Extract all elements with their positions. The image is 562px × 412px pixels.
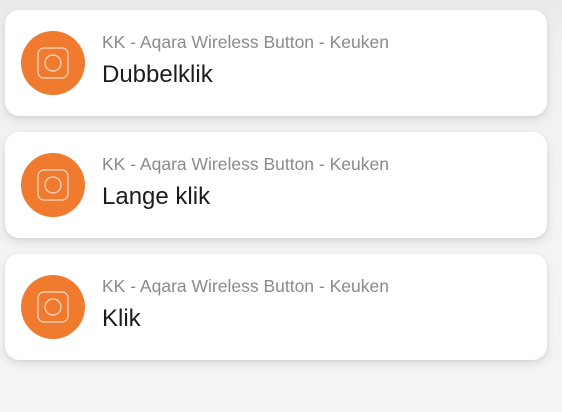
notification-card[interactable]: KK - Aqara Wireless Button - Keuken Dubb…: [5, 10, 547, 116]
button-device-icon: [21, 275, 85, 339]
event-title: Lange klik: [102, 183, 211, 210]
event-title: Dubbelklik: [102, 61, 213, 88]
notification-list: KK - Aqara Wireless Button - Keuken Dubb…: [5, 10, 547, 376]
button-device-icon: [21, 153, 85, 217]
notification-card[interactable]: KK - Aqara Wireless Button - Keuken Lang…: [5, 132, 547, 238]
event-title: Klik: [102, 305, 141, 332]
button-device-icon: [21, 31, 85, 95]
device-name: KK - Aqara Wireless Button - Keuken: [102, 154, 389, 174]
device-name: KK - Aqara Wireless Button - Keuken: [102, 32, 389, 52]
device-name: KK - Aqara Wireless Button - Keuken: [102, 276, 389, 296]
notification-card[interactable]: KK - Aqara Wireless Button - Keuken Klik: [5, 254, 547, 360]
